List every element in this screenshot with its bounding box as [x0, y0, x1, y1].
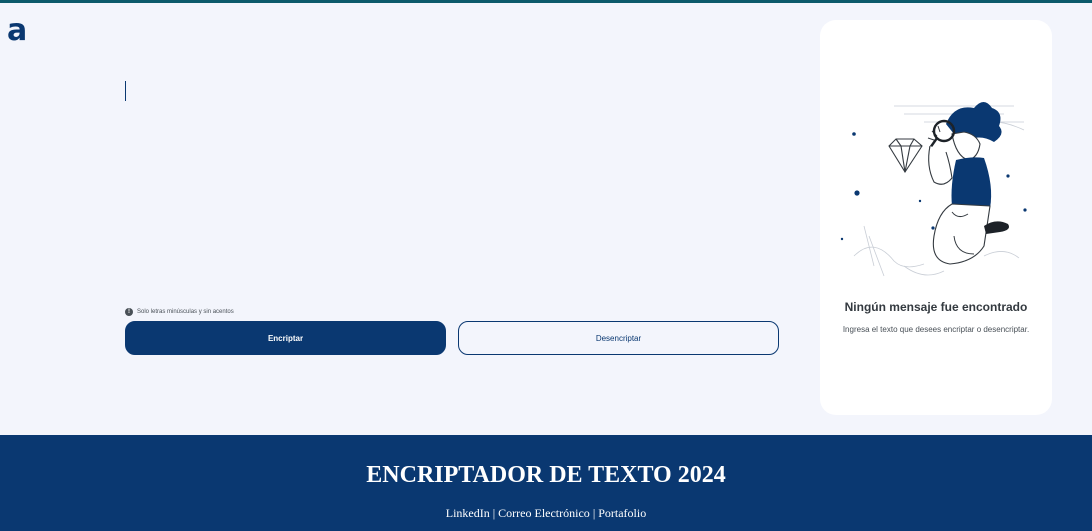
text-input-area[interactable]	[125, 78, 780, 298]
info-icon: !	[125, 308, 133, 316]
footer-separator: |	[489, 506, 499, 520]
decrypt-button[interactable]: Desencriptar	[458, 321, 779, 355]
empty-state-subtitle: Ingresa el texto que desees encriptar o …	[842, 325, 1030, 334]
hint-text: Solo letras minúsculas y sin acentos	[137, 309, 234, 315]
top-accent-bar	[0, 0, 1092, 3]
linkedin-link[interactable]: LinkedIn	[446, 506, 490, 520]
footer: ENCRIPTADOR DE TEXTO 2024 LinkedIn | Cor…	[0, 435, 1092, 531]
text-caret	[125, 81, 126, 101]
portfolio-link[interactable]: Portafolio	[598, 506, 646, 520]
empty-state-title: Ningún mensaje fue encontrado	[844, 300, 1028, 314]
logo-icon[interactable]: a	[7, 16, 29, 46]
footer-separator: |	[589, 506, 599, 520]
input-hint: ! Solo letras minúsculas y sin acentos	[125, 308, 234, 316]
message-textarea[interactable]	[125, 78, 780, 298]
footer-title: ENCRIPTADOR DE TEXTO 2024	[366, 462, 726, 488]
result-panel: Ningún mensaje fue encontrado Ingresa el…	[820, 20, 1052, 415]
person-with-magnifier-illustration	[840, 102, 1027, 277]
encrypt-button[interactable]: Encriptar	[125, 321, 446, 355]
email-link[interactable]: Correo Electrónico	[498, 506, 590, 520]
footer-links: LinkedIn | Correo Electrónico | Portafol…	[0, 506, 1092, 521]
